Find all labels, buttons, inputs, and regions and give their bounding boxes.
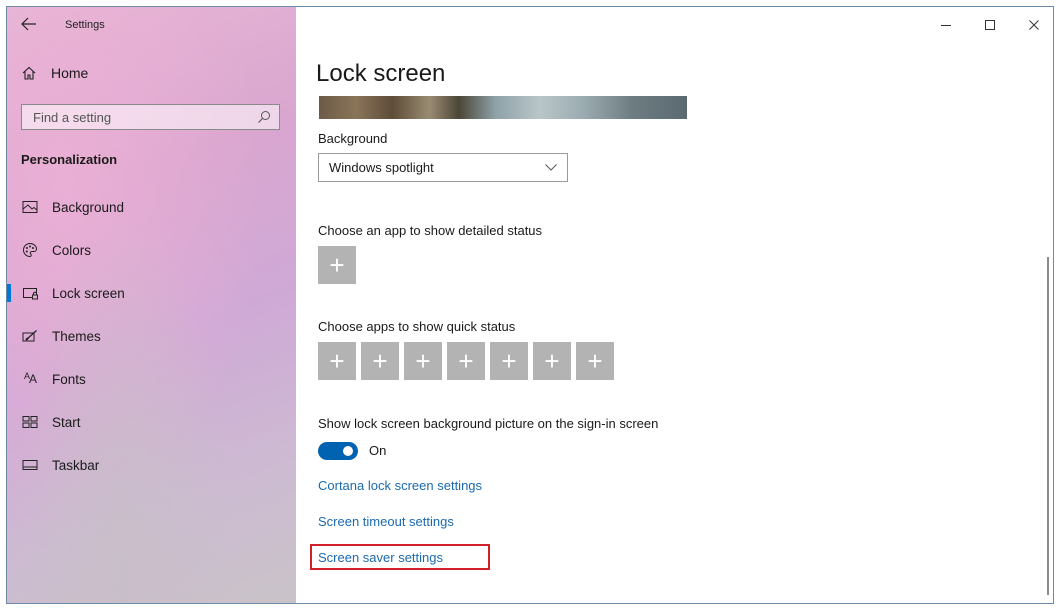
- chevron-down-icon: [545, 164, 557, 171]
- quick-status-add-button[interactable]: +: [404, 342, 442, 380]
- sidebar-item-lock-screen[interactable]: Lock screen: [7, 273, 296, 313]
- sidebar-item-label: Background: [52, 199, 125, 215]
- background-label: Background: [318, 131, 388, 146]
- sidebar-item-themes[interactable]: Themes: [7, 316, 296, 356]
- picture-icon: [22, 199, 38, 215]
- search-box: [21, 104, 280, 130]
- plus-icon: +: [415, 346, 431, 376]
- maximize-icon: [985, 20, 995, 30]
- main-content: Lock screen Background Windows spotlight…: [296, 7, 1053, 603]
- sidebar-item-label: Themes: [52, 328, 101, 344]
- start-icon: [22, 414, 38, 430]
- plus-icon: +: [544, 346, 560, 376]
- sidebar-item-taskbar[interactable]: Taskbar: [7, 445, 296, 485]
- brush-icon: [22, 328, 38, 344]
- toggle-state-label: On: [369, 443, 387, 458]
- sidebar: Settings Home Personalization Background: [7, 7, 296, 603]
- home-icon: [21, 65, 37, 81]
- quick-status-add-button[interactable]: +: [361, 342, 399, 380]
- sidebar-item-label: Taskbar: [52, 457, 100, 473]
- close-button[interactable]: [1011, 13, 1053, 37]
- cortana-lock-screen-settings-link[interactable]: Cortana lock screen settings: [318, 478, 482, 493]
- section-heading: Personalization: [21, 152, 118, 167]
- toggle-knob: [343, 446, 353, 456]
- home-label: Home: [51, 65, 89, 81]
- sidebar-item-label: Lock screen: [52, 285, 125, 301]
- close-icon: [1029, 20, 1039, 30]
- quick-status-add-button[interactable]: +: [533, 342, 571, 380]
- palette-icon: [22, 242, 38, 258]
- sidebar-item-background[interactable]: Background: [7, 187, 296, 227]
- sidebar-item-home[interactable]: Home: [21, 65, 88, 81]
- sidebar-item-label: Start: [52, 414, 81, 430]
- sidebar-item-label: Fonts: [52, 371, 86, 387]
- detailed-status-add-button[interactable]: +: [318, 246, 356, 284]
- page-title: Lock screen: [316, 60, 446, 87]
- back-arrow-icon[interactable]: [21, 17, 39, 33]
- taskbar-icon: [22, 457, 38, 473]
- minimize-button[interactable]: [923, 13, 969, 37]
- maximize-button[interactable]: [967, 13, 1013, 37]
- title-bar: Settings: [21, 15, 105, 35]
- search-input[interactable]: [33, 109, 233, 125]
- screen-timeout-settings-link[interactable]: Screen timeout settings: [318, 514, 454, 529]
- sidebar-item-fonts[interactable]: AA Fonts: [7, 359, 296, 399]
- font-icon: AA: [23, 371, 37, 386]
- dropdown-value: Windows spotlight: [329, 160, 434, 175]
- quick-status-add-button[interactable]: +: [447, 342, 485, 380]
- quick-status-add-button[interactable]: +: [490, 342, 528, 380]
- quick-status-add-button[interactable]: +: [318, 342, 356, 380]
- plus-icon: +: [501, 346, 517, 376]
- quick-status-label: Choose apps to show quick status: [318, 319, 516, 334]
- lock-screen-preview-image: [319, 96, 687, 119]
- signin-picture-label: Show lock screen background picture on t…: [318, 416, 659, 431]
- detailed-status-label: Choose an app to show detailed status: [318, 223, 543, 238]
- lock-screen-icon: [22, 285, 38, 301]
- sidebar-item-label: Colors: [52, 242, 92, 258]
- minimize-icon: [941, 25, 951, 26]
- plus-icon: +: [329, 346, 345, 376]
- highlight-box: [310, 544, 490, 570]
- sidebar-item-start[interactable]: Start: [7, 402, 296, 442]
- plus-icon: +: [587, 346, 603, 376]
- plus-icon: +: [458, 346, 474, 376]
- plus-icon: +: [329, 250, 345, 280]
- sidebar-item-colors[interactable]: Colors: [7, 230, 296, 270]
- window-title: Settings: [65, 19, 105, 31]
- search-icon[interactable]: [257, 110, 271, 124]
- settings-window: Settings Home Personalization Background: [6, 6, 1054, 604]
- plus-icon: +: [372, 346, 388, 376]
- background-dropdown[interactable]: Windows spotlight: [318, 153, 568, 182]
- quick-status-add-button[interactable]: +: [576, 342, 614, 380]
- scrollbar[interactable]: [1047, 257, 1049, 595]
- signin-picture-toggle[interactable]: [318, 442, 358, 460]
